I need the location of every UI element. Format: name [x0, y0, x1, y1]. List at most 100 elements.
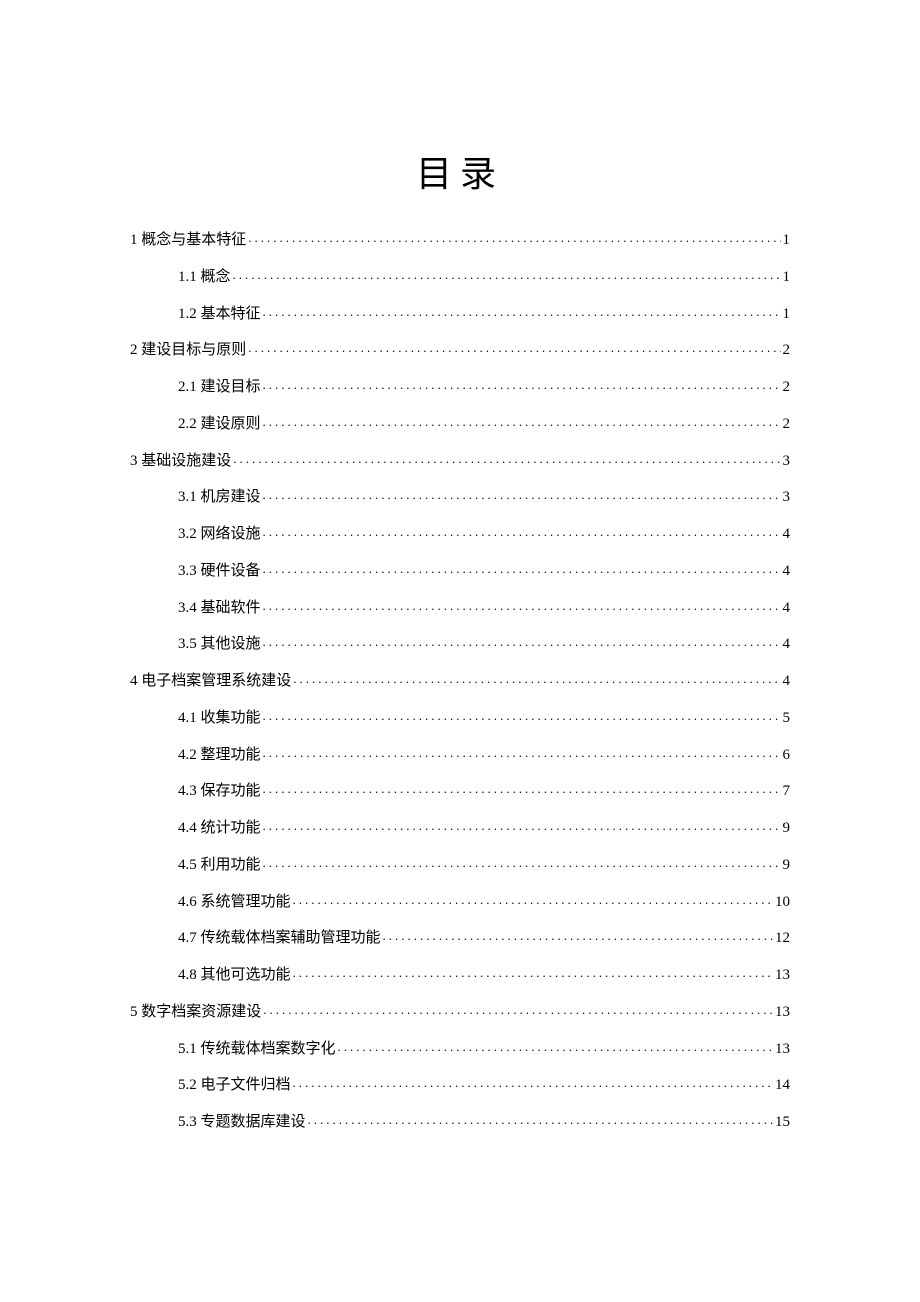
- toc-entry-label: 4.5 利用功能: [178, 847, 261, 884]
- toc-entry-page: 4: [783, 553, 791, 590]
- toc-list: 1 概念与基本特征11.1 概念11.2 基本特征12 建设目标与原则22.1 …: [130, 222, 790, 1141]
- toc-entry-label: 1.1 概念: [178, 259, 231, 296]
- toc-leader: [263, 847, 781, 879]
- toc-entry-label: 3.1 机房建设: [178, 479, 261, 516]
- toc-entry-label: 4.3 保存功能: [178, 773, 261, 810]
- toc-leader: [263, 296, 781, 328]
- toc-leader: [263, 479, 781, 511]
- toc-entry-label: 3.4 基础软件: [178, 590, 261, 627]
- toc-leader: [338, 1031, 773, 1063]
- toc-entry: 1.1 概念 1: [178, 259, 790, 296]
- toc-entry-label: 1 概念与基本特征: [130, 222, 246, 259]
- toc-leader: [263, 700, 781, 732]
- toc-leader: [248, 222, 780, 254]
- toc-entry-label: 2.2 建设原则: [178, 406, 261, 443]
- toc-entry-label: 3.3 硬件设备: [178, 553, 261, 590]
- toc-leader: [293, 1067, 773, 1099]
- toc-entry-page: 9: [783, 847, 791, 884]
- toc-entry: 3.1 机房建设 3: [178, 479, 790, 516]
- toc-entry-page: 4: [783, 516, 791, 553]
- toc-entry: 3 基础设施建设 3: [130, 443, 790, 480]
- toc-entry-page: 13: [775, 957, 790, 994]
- toc-entry: 4.8 其他可选功能 13: [178, 957, 790, 994]
- toc-entry: 5 数字档案资源建设 13: [130, 994, 790, 1031]
- toc-entry-page: 7: [783, 773, 791, 810]
- toc-entry: 2 建设目标与原则 2: [130, 332, 790, 369]
- toc-entry-page: 13: [775, 1031, 790, 1068]
- toc-entry-page: 1: [783, 296, 791, 333]
- toc-entry-label: 5.2 电子文件归档: [178, 1067, 291, 1104]
- toc-entry: 4 电子档案管理系统建设 4: [130, 663, 790, 700]
- toc-entry: 4.1 收集功能 5: [178, 700, 790, 737]
- toc-entry-page: 14: [775, 1067, 790, 1104]
- toc-entry-label: 4.6 系统管理功能: [178, 884, 291, 921]
- toc-leader: [233, 259, 781, 291]
- toc-entry: 1.2 基本特征 1: [178, 296, 790, 333]
- toc-entry-page: 3: [783, 443, 791, 480]
- toc-leader: [263, 994, 773, 1026]
- toc-entry-label: 4.7 传统载体档案辅助管理功能: [178, 920, 381, 957]
- toc-entry-page: 1: [783, 222, 791, 259]
- toc-entry: 2.1 建设目标 2: [178, 369, 790, 406]
- toc-entry-label: 1.2 基本特征: [178, 296, 261, 333]
- toc-entry-label: 3 基础设施建设: [130, 443, 231, 480]
- toc-entry: 3.2 网络设施 4: [178, 516, 790, 553]
- toc-leader: [308, 1104, 773, 1136]
- toc-leader: [263, 516, 781, 548]
- toc-title: 目录: [130, 145, 790, 197]
- toc-entry-page: 9: [783, 810, 791, 847]
- toc-entry-page: 4: [783, 663, 791, 700]
- toc-entry-label: 3.2 网络设施: [178, 516, 261, 553]
- toc-entry-label: 3.5 其他设施: [178, 626, 261, 663]
- toc-entry: 4.6 系统管理功能 10: [178, 884, 790, 921]
- toc-entry: 1 概念与基本特征 1: [130, 222, 790, 259]
- toc-entry: 3.5 其他设施 4: [178, 626, 790, 663]
- toc-entry-label: 4.2 整理功能: [178, 737, 261, 774]
- toc-entry-page: 10: [775, 884, 790, 921]
- toc-entry: 4.7 传统载体档案辅助管理功能 12: [178, 920, 790, 957]
- toc-entry-label: 2 建设目标与原则: [130, 332, 246, 369]
- toc-leader: [293, 884, 773, 916]
- toc-leader: [263, 369, 781, 401]
- toc-entry-page: 2: [783, 369, 791, 406]
- toc-entry-label: 4 电子档案管理系统建设: [130, 663, 291, 700]
- toc-entry: 4.3 保存功能 7: [178, 773, 790, 810]
- document-page: 目录 1 概念与基本特征11.1 概念11.2 基本特征12 建设目标与原则22…: [0, 0, 920, 1241]
- toc-entry: 3.4 基础软件 4: [178, 590, 790, 627]
- toc-leader: [233, 443, 780, 475]
- toc-leader: [263, 737, 781, 769]
- toc-entry-page: 12: [775, 920, 790, 957]
- toc-entry-label: 2.1 建设目标: [178, 369, 261, 406]
- toc-entry-label: 4.1 收集功能: [178, 700, 261, 737]
- toc-leader: [263, 590, 781, 622]
- toc-leader: [383, 920, 773, 952]
- toc-entry: 4.4 统计功能9: [178, 810, 790, 847]
- toc-entry-page: 4: [783, 626, 791, 663]
- toc-leader: [248, 332, 780, 364]
- toc-entry: 2.2 建设原则 2: [178, 406, 790, 443]
- toc-entry-page: 6: [783, 737, 791, 774]
- toc-leader: [263, 406, 781, 438]
- toc-entry-label: 5 数字档案资源建设: [130, 994, 261, 1031]
- toc-entry-page: 15: [775, 1104, 790, 1141]
- toc-entry-page: 5: [783, 700, 791, 737]
- toc-entry-page: 3: [783, 479, 791, 516]
- toc-leader: [263, 810, 781, 842]
- toc-entry: 4.2 整理功能 6: [178, 737, 790, 774]
- toc-entry-label: 5.1 传统载体档案数字化: [178, 1031, 336, 1068]
- toc-entry: 5.2 电子文件归档 14: [178, 1067, 790, 1104]
- toc-entry: 5.1 传统载体档案数字化 13: [178, 1031, 790, 1068]
- toc-entry: 3.3 硬件设备 4: [178, 553, 790, 590]
- toc-entry-page: 1: [783, 259, 791, 296]
- toc-leader: [263, 773, 781, 805]
- toc-entry: 5.3 专题数据库建设15: [178, 1104, 790, 1141]
- toc-entry-page: 4: [783, 590, 791, 627]
- toc-entry-page: 13: [775, 994, 790, 1031]
- toc-leader: [263, 626, 781, 658]
- toc-entry-label: 4.8 其他可选功能: [178, 957, 291, 994]
- toc-leader: [293, 957, 773, 989]
- toc-entry-page: 2: [783, 406, 791, 443]
- toc-entry: 4.5 利用功能 9: [178, 847, 790, 884]
- toc-leader: [293, 663, 780, 695]
- toc-entry-page: 2: [783, 332, 791, 369]
